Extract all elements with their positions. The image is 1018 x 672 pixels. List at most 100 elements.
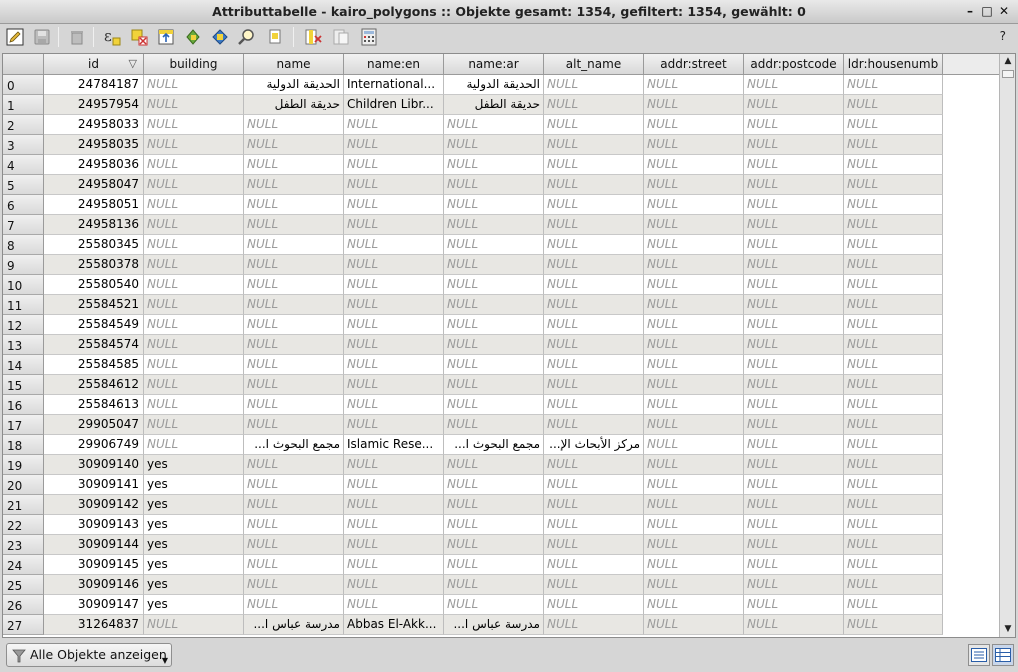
table-row[interactable]: 24958136 NULL NULL NULL NULL NULL NULL NULL NULL — [44, 215, 943, 235]
table-cell[interactable]: 25584612 — [44, 375, 144, 395]
table-cell[interactable]: 30909143 — [44, 515, 144, 535]
maximize-button[interactable]: □ — [979, 3, 995, 19]
table-cell[interactable]: NULL — [144, 295, 244, 315]
table-cell[interactable]: NULL — [144, 395, 244, 415]
table-cell[interactable]: NULL — [644, 295, 744, 315]
table-cell[interactable]: NULL — [444, 195, 544, 215]
delete-icon[interactable] — [66, 26, 88, 48]
table-cell[interactable]: NULL — [844, 295, 943, 315]
table-cell[interactable]: NULL — [444, 375, 544, 395]
table-cell[interactable]: NULL — [544, 355, 644, 375]
table-cell[interactable]: NULL — [844, 175, 943, 195]
row-number[interactable]: 10 — [3, 275, 44, 295]
table-cell[interactable]: NULL — [344, 315, 444, 335]
table-cell[interactable]: NULL — [344, 235, 444, 255]
table-cell[interactable]: NULL — [144, 275, 244, 295]
table-cell[interactable]: 29905047 — [44, 415, 144, 435]
delete-column-icon[interactable] — [302, 26, 324, 48]
table-row[interactable]: 24958051 NULL NULL NULL NULL NULL NULL NULL NULL — [44, 195, 943, 215]
table-cell[interactable]: NULL — [344, 415, 444, 435]
table-cell[interactable]: 25584549 — [44, 315, 144, 335]
table-cell[interactable]: NULL — [744, 375, 844, 395]
row-number[interactable]: 14 — [3, 355, 44, 375]
table-cell[interactable]: NULL — [144, 195, 244, 215]
table-cell[interactable]: NULL — [844, 495, 943, 515]
table-cell[interactable]: مجمع البحوث ا... — [444, 435, 544, 455]
table-cell[interactable]: NULL — [444, 315, 544, 335]
table-cell[interactable]: NULL — [844, 315, 943, 335]
table-cell[interactable]: NULL — [644, 535, 744, 555]
table-cell[interactable]: NULL — [344, 135, 444, 155]
table-cell[interactable]: NULL — [544, 515, 644, 535]
table-cell[interactable]: yes — [144, 555, 244, 575]
table-row[interactable]: 30909145 yes NULL NULL NULL NULL NULL NULL NULL — [44, 555, 943, 575]
table-cell[interactable]: NULL — [544, 275, 644, 295]
table-cell[interactable]: NULL — [844, 455, 943, 475]
table-cell[interactable]: NULL — [244, 315, 344, 335]
table-cell[interactable]: NULL — [344, 595, 444, 615]
table-cell[interactable]: NULL — [744, 315, 844, 335]
table-cell[interactable]: NULL — [244, 175, 344, 195]
row-number[interactable]: 18 — [3, 435, 44, 455]
table-cell[interactable]: NULL — [544, 475, 644, 495]
row-number[interactable]: 26 — [3, 595, 44, 615]
minimize-button[interactable]: – — [962, 3, 978, 19]
row-number[interactable]: 5 — [3, 175, 44, 195]
table-cell[interactable]: NULL — [744, 95, 844, 115]
table-row[interactable]: 30909142 yes NULL NULL NULL NULL NULL NULL NULL — [44, 495, 943, 515]
table-cell[interactable]: NULL — [844, 575, 943, 595]
table-cell[interactable]: NULL — [644, 395, 744, 415]
table-cell[interactable]: NULL — [644, 475, 744, 495]
table-corner-button[interactable] — [3, 54, 44, 75]
table-cell[interactable]: NULL — [644, 135, 744, 155]
table-cell[interactable]: NULL — [344, 455, 444, 475]
table-cell[interactable]: NULL — [644, 455, 744, 475]
table-cell[interactable]: NULL — [444, 515, 544, 535]
table-cell[interactable]: NULL — [644, 435, 744, 455]
table-cell[interactable]: NULL — [644, 235, 744, 255]
table-cell[interactable]: NULL — [344, 175, 444, 195]
row-number[interactable]: 8 — [3, 235, 44, 255]
table-cell[interactable]: NULL — [744, 415, 844, 435]
table-cell[interactable]: NULL — [244, 275, 344, 295]
row-number[interactable]: 25 — [3, 575, 44, 595]
column-header[interactable]: building — [144, 54, 244, 75]
table-cell[interactable]: NULL — [144, 355, 244, 375]
table-view-icon[interactable] — [968, 644, 990, 666]
table-cell[interactable]: NULL — [644, 495, 744, 515]
row-number[interactable]: 6 — [3, 195, 44, 215]
table-cell[interactable]: NULL — [644, 595, 744, 615]
row-number[interactable]: 11 — [3, 295, 44, 315]
table-row[interactable]: 25584613 NULL NULL NULL NULL NULL NULL NULL NULL — [44, 395, 943, 415]
table-cell[interactable]: NULL — [744, 115, 844, 135]
table-cell[interactable]: NULL — [544, 615, 644, 635]
table-cell[interactable]: NULL — [244, 475, 344, 495]
table-cell[interactable]: NULL — [844, 195, 943, 215]
table-cell[interactable]: NULL — [844, 255, 943, 275]
table-cell[interactable]: 24784187 — [44, 75, 144, 95]
table-cell[interactable]: NULL — [344, 335, 444, 355]
table-cell[interactable]: NULL — [544, 95, 644, 115]
table-cell[interactable]: yes — [144, 595, 244, 615]
table-cell[interactable]: NULL — [744, 215, 844, 235]
column-header[interactable]: addr:street — [644, 54, 744, 75]
table-cell[interactable]: NULL — [744, 475, 844, 495]
row-number[interactable]: 4 — [3, 155, 44, 175]
table-cell[interactable]: NULL — [244, 495, 344, 515]
table-cell[interactable]: حديقة الطفل — [444, 95, 544, 115]
row-number[interactable]: 22 — [3, 515, 44, 535]
row-number[interactable]: 15 — [3, 375, 44, 395]
table-cell[interactable]: NULL — [744, 355, 844, 375]
table-cell[interactable]: NULL — [244, 375, 344, 395]
table-cell[interactable]: 25584574 — [44, 335, 144, 355]
table-cell[interactable]: NULL — [744, 555, 844, 575]
table-cell[interactable]: NULL — [644, 75, 744, 95]
table-cell[interactable]: NULL — [144, 75, 244, 95]
table-cell[interactable]: NULL — [444, 115, 544, 135]
table-row[interactable]: 25584574 NULL NULL NULL NULL NULL NULL NULL NULL — [44, 335, 943, 355]
table-cell[interactable]: NULL — [544, 215, 644, 235]
table-cell[interactable]: NULL — [844, 235, 943, 255]
table-cell[interactable]: NULL — [444, 475, 544, 495]
row-number[interactable]: 20 — [3, 475, 44, 495]
table-cell[interactable]: 24957954 — [44, 95, 144, 115]
